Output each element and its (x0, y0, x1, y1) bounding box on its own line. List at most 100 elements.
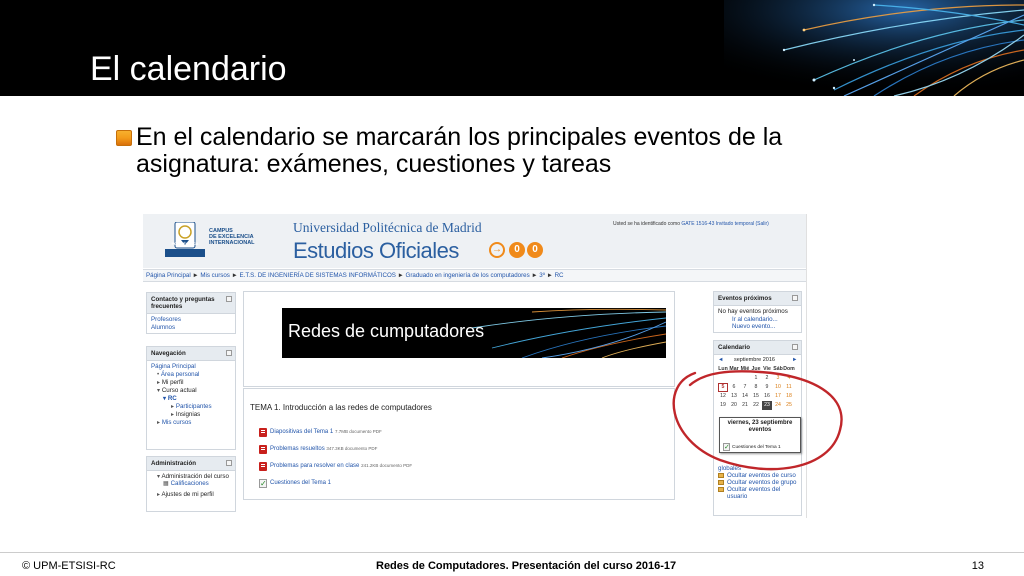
nav-item-rc[interactable]: ▾ RC (151, 395, 231, 403)
calendar-day[interactable]: 4 (784, 374, 794, 383)
calendar-day[interactable]: 11 (784, 383, 794, 392)
admin-item-curso[interactable]: ▾ Administración del curso (151, 473, 231, 480)
breadcrumb-separator: ► (231, 272, 238, 279)
estudios-oficiales: Estudios Oficiales (293, 238, 459, 263)
calendar-day[interactable]: 22 (751, 401, 761, 410)
breadcrumb-separator: ► (397, 272, 404, 279)
contacto-link[interactable]: Alumnos (151, 324, 231, 332)
calendar-day[interactable]: 13 (729, 392, 739, 401)
arrow-circle-icon[interactable]: → (489, 242, 505, 258)
nav-item-participantes[interactable]: ▸ Participantes (151, 403, 231, 411)
tema-section: TEMA 1. Introducción a las redes de comp… (243, 388, 675, 500)
logout-link[interactable]: (Salir) (756, 221, 769, 227)
calendar-day[interactable]: 8 (751, 383, 761, 392)
user-link[interactable]: GATE 1516-43 Invitado temporal (681, 221, 754, 227)
calendar-day[interactable]: 5 (718, 383, 728, 392)
navegacion-block-title: Navegación (147, 347, 235, 361)
footer-title: Redes de Computadores. Presentación del … (376, 560, 677, 572)
minimize-icon[interactable] (226, 296, 232, 302)
course-banner-box: Redes de cumputadores (243, 291, 675, 387)
calendar-grid: Lun Mar Mié Jue Vie Sáb Dom 1 2 3 4 5 6 7 8 9 10 11 12 13 14… (714, 365, 801, 410)
tooltip-event-link[interactable]: Cuestiones del Tema 1 (732, 445, 781, 450)
nav-item-curso-actual[interactable]: ▾ Curso actual (151, 387, 231, 395)
ir-calendario-link[interactable]: Ir al calendario... (718, 316, 797, 324)
calendar-day[interactable]: 3 (773, 374, 783, 383)
contacto-link[interactable]: Profesores (151, 316, 231, 324)
resource-item[interactable]: Problemas resueltos 347.3KB documento PD… (259, 445, 377, 454)
nav-item-area-personal[interactable]: • Área personal (151, 371, 231, 379)
calendar-day[interactable]: 1 (751, 374, 761, 383)
prev-month-button[interactable]: ◄ (718, 355, 723, 365)
minimize-icon[interactable] (226, 350, 232, 356)
resource-item[interactable]: ✓ Cuestiones del Tema 1 (259, 479, 331, 488)
minimize-icon[interactable] (226, 460, 232, 466)
breadcrumb-item[interactable]: 3º (539, 272, 545, 279)
nav-item-insignias[interactable]: ▸ Insignias (151, 411, 231, 419)
calendar-day[interactable]: 19 (718, 401, 728, 410)
breadcrumb-item[interactable]: Página Principal (146, 272, 191, 279)
calendar-day[interactable]: 12 (718, 392, 728, 401)
admin-item-ajustes[interactable]: ▸ Ajustes de mi perfil (151, 491, 231, 499)
calendar-day[interactable]: 6 (729, 383, 739, 392)
eventos-block: Eventos próximos No hay eventos próximos… (713, 291, 802, 333)
calendar-day[interactable]: 16 (762, 392, 772, 401)
ocultar-globales-link[interactable]: globales (718, 465, 799, 472)
resource-item[interactable]: Diapositivas del Tema 1 7.7MB documento … (259, 428, 382, 437)
calendar-day[interactable]: 24 (773, 401, 783, 410)
resource-item[interactable]: Problemas para resolver en clase 241.2KB… (259, 462, 412, 471)
administracion-block: Administración ▾ Administración del curs… (146, 456, 236, 512)
nav-item-pagina-principal[interactable]: Página Principal (151, 363, 231, 371)
calendar-month-nav: ◄ septiembre 2016 ► (714, 355, 801, 365)
calendar-week-row: 19 20 21 22 23 24 25 (714, 401, 801, 410)
ocultar-curso-link[interactable]: Ocultar eventos de curso (718, 472, 799, 479)
minimize-icon[interactable] (792, 295, 798, 301)
badge-two[interactable]: 0 (527, 242, 543, 258)
nuevo-evento-link[interactable]: Nuevo evento... (718, 323, 797, 331)
university-name: Universidad Politécnica de Madrid (293, 220, 482, 235)
calendar-filters: globales Ocultar eventos de curso Oculta… (714, 463, 803, 502)
ocultar-grupo-link[interactable]: Ocultar eventos de grupo (718, 479, 799, 486)
calendar-day[interactable]: 7 (740, 383, 750, 392)
breadcrumb-item[interactable]: Mis cursos (200, 272, 230, 279)
calendar-day[interactable]: 15 (751, 392, 761, 401)
nav-item-mi-perfil[interactable]: ▸ Mi perfil (151, 379, 231, 387)
calendar-day[interactable]: 21 (740, 401, 750, 410)
administracion-block-title: Administración (147, 457, 235, 471)
no-events-text: No hay eventos próximos (718, 308, 788, 315)
calendar-day[interactable]: 10 (773, 383, 783, 392)
navegacion-block-body: Página Principal • Área personal ▸ Mi pe… (147, 361, 235, 429)
breadcrumb-item[interactable]: RC (555, 272, 564, 279)
breadcrumb-separator: ► (192, 272, 199, 279)
calendar-week-row: 12 13 14 15 16 17 18 (714, 392, 801, 401)
calendar-day[interactable]: 20 (729, 401, 739, 410)
breadcrumb-item[interactable]: Graduado en ingeniería de los computador… (406, 272, 530, 279)
breadcrumb-separator: ► (531, 272, 538, 279)
calendar-weekday-row: Lun Mar Mié Jue Vie Sáb Dom (714, 365, 801, 374)
bullet-text: En el calendario se marcarán los princip… (136, 123, 783, 178)
breadcrumb-item[interactable]: E.T.S. DE INGENIERÍA DE SISTEMAS INFORMÁ… (239, 272, 395, 279)
minimize-icon[interactable] (792, 344, 798, 350)
badge-one[interactable]: 0 (509, 242, 525, 258)
calendar-weekday: Dom (783, 366, 795, 372)
ocultar-usuario-link[interactable]: Ocultar eventos del usuario (718, 486, 799, 500)
quiz-check-icon: ✓ (723, 443, 730, 451)
admin-item-calificaciones[interactable]: ▦ Calificaciones (151, 480, 231, 488)
pdf-icon (259, 445, 267, 454)
contacto-block-body: Profesores Alumnos (147, 314, 235, 334)
calendar-day[interactable]: 23 (762, 401, 772, 410)
contacto-block-title: Contacto y preguntas frecuentes (147, 293, 235, 314)
nav-item-mis-cursos[interactable]: ▸ Mis cursos (151, 419, 231, 427)
campus-excelencia: CAMPUS DE EXCELENCIA INTERNACIONAL (209, 228, 255, 246)
calendar-month: septiembre 2016 (734, 357, 775, 363)
quiz-check-icon: ✓ (259, 479, 267, 488)
slide-footer: © UPM-ETSISI-RC Redes de Computadores. P… (0, 552, 1024, 576)
calendar-day[interactable]: 2 (762, 374, 772, 383)
calendar-day[interactable]: 25 (784, 401, 794, 410)
next-month-button[interactable]: ► (792, 355, 797, 365)
calendar-week-row: 1234 (714, 374, 801, 383)
course-banner-title: Redes de cumputadores (288, 321, 485, 341)
calendar-day[interactable]: 18 (784, 392, 794, 401)
calendar-day[interactable]: 9 (762, 383, 772, 392)
calendar-day[interactable]: 14 (740, 392, 750, 401)
calendar-day[interactable]: 17 (773, 392, 783, 401)
